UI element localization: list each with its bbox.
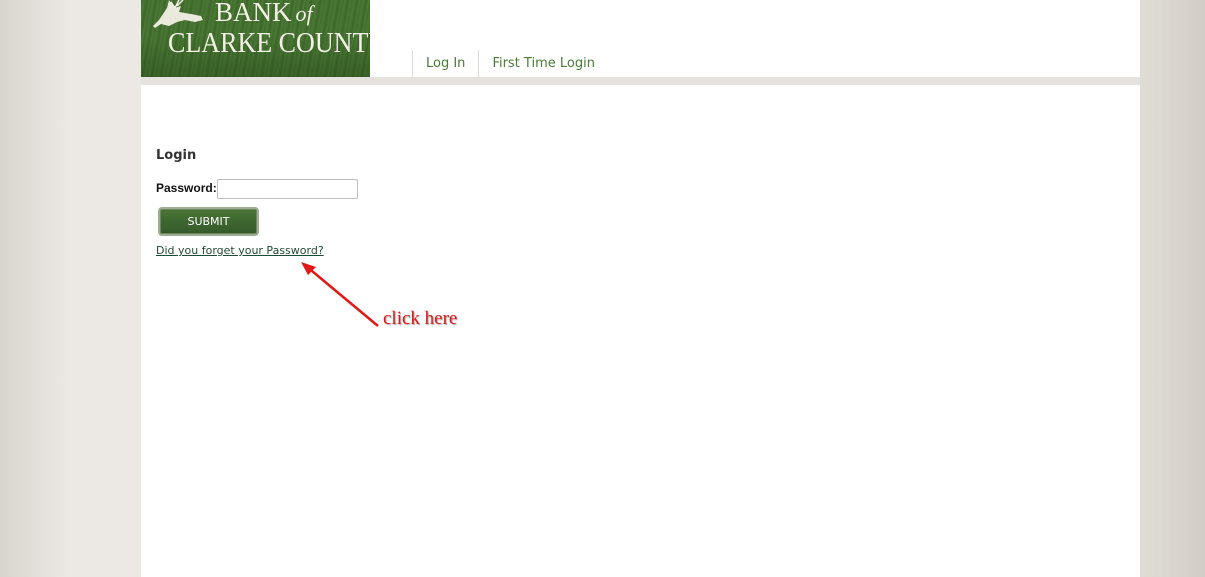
page-container: BANK of CLARKE COUNTY Log In First Time L… xyxy=(141,0,1140,577)
top-nav: Log In First Time Login xyxy=(412,50,608,77)
header-divider xyxy=(141,77,1140,85)
password-label: Password: xyxy=(156,181,217,195)
submit-button[interactable]: SUBMIT xyxy=(158,207,259,236)
annotation-arrow-icon xyxy=(301,262,379,327)
logo-bank-text: BANK of xyxy=(215,0,313,27)
header: BANK of CLARKE COUNTY Log In First Time L… xyxy=(141,0,1140,77)
login-heading: Login xyxy=(156,148,197,163)
bank-logo[interactable]: BANK of CLARKE COUNTY xyxy=(141,0,370,77)
nav-first-time-login[interactable]: First Time Login xyxy=(478,50,608,77)
click-here-annotation: click here xyxy=(383,308,458,329)
logo-county-text: CLARKE COUNTY xyxy=(168,28,370,59)
forgot-password-link[interactable]: Did you forget your Password? xyxy=(156,244,324,257)
password-field[interactable] xyxy=(217,179,358,199)
nav-log-in[interactable]: Log In xyxy=(412,50,478,77)
